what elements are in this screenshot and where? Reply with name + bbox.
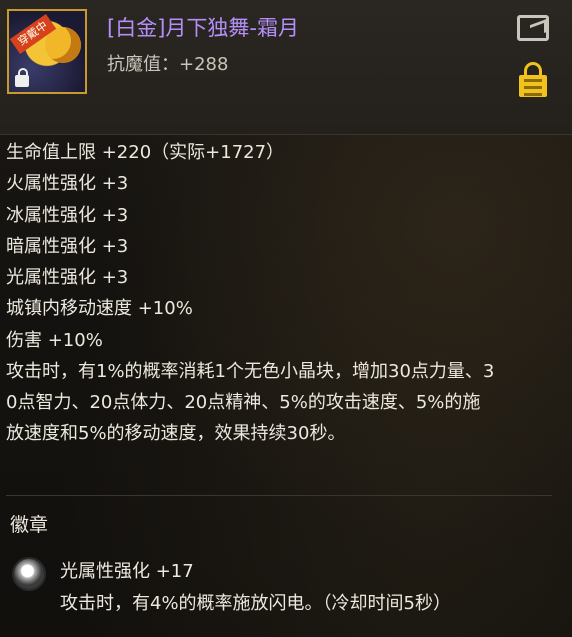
emblem-gem-icon[interactable] (14, 559, 44, 589)
item-name: [白金]月下独舞-霜月 (107, 16, 299, 40)
section-divider (6, 495, 552, 496)
stat-line: 伤害 +10% (6, 329, 103, 351)
emblem-name: 光属性强化 +17 (60, 561, 194, 582)
item-icon[interactable]: 穿戴中 (7, 9, 87, 94)
lock-icon[interactable] (519, 62, 547, 98)
stat-line: 生命值上限 +220（实际+1727） (6, 142, 285, 163)
emblem-section-title: 徽章 (10, 514, 49, 536)
stat-line: 光属性强化 +3 (6, 267, 129, 289)
small-lock-icon (15, 68, 29, 87)
effect-description: 攻击时，有1%的概率消耗1个无色小晶块，增加30点力量、3 0点智力、20点体力… (6, 356, 551, 449)
lock-body (519, 75, 547, 97)
emblem-description: 攻击时，有4%的概率施放闪电。（冷却时间5秒） (60, 593, 452, 614)
anti-magic-value: 抗魔值：+288 (107, 54, 229, 75)
item-tooltip-panel: 穿戴中 [白金]月下独舞-霜月 抗魔值：+288 生命值上限 +220（实际+1… (0, 0, 572, 637)
stat-line: 城镇内移动速度 +10% (6, 298, 193, 320)
stat-line: 冰属性强化 +3 (6, 204, 129, 226)
description-line: 攻击时，有1%的概率消耗1个无色小晶块，增加30点力量、3 (6, 361, 495, 382)
share-icon[interactable] (517, 15, 549, 41)
stat-list: 生命值上限 +220（实际+1727） 火属性强化 +3 冰属性强化 +3 暗属… (6, 137, 551, 356)
tooltip-header: 穿戴中 [白金]月下独舞-霜月 抗魔值：+288 (0, 0, 572, 135)
stat-line: 暗属性强化 +3 (6, 235, 129, 257)
description-line: 0点智力、20点体力、20点精神、5%的攻击速度、5%的施 (6, 392, 481, 413)
description-line: 放速度和5%的移动速度，效果持续30秒。 (6, 423, 346, 444)
stat-line: 火属性强化 +3 (6, 173, 129, 195)
